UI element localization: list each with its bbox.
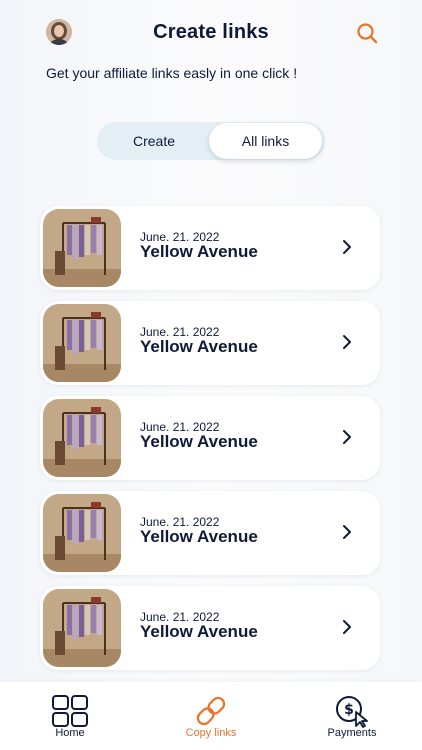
payment-icon: $ — [336, 696, 368, 728]
tab-all-links[interactable]: All links — [209, 123, 322, 159]
link-name: Yellow Avenue — [140, 432, 258, 451]
grid-icon — [52, 695, 88, 727]
clothing-rack-image — [43, 494, 121, 572]
nav-payments-label: Payments — [327, 727, 377, 739]
clothing-rack-image — [43, 399, 121, 477]
tab-create[interactable]: Create — [97, 122, 211, 160]
link-name: Yellow Avenue — [140, 622, 258, 641]
nav-copy-links[interactable]: Copy links — [141, 682, 281, 750]
link-card[interactable]: June. 21. 2022 Yellow Avenue — [40, 586, 380, 670]
link-name: Yellow Avenue — [140, 337, 258, 356]
segmented-control: Create All links — [97, 122, 325, 160]
clothing-rack-image — [43, 209, 121, 287]
link-thumbnail — [43, 399, 121, 477]
chevron-right-icon — [343, 620, 351, 634]
link-name: Yellow Avenue — [140, 527, 258, 546]
svg-text:$: $ — [344, 702, 354, 718]
search-button[interactable] — [356, 22, 378, 44]
link-card[interactable]: June. 21. 2022 Yellow Avenue — [40, 206, 380, 290]
page-subtitle: Get your affiliate links easly in one cl… — [46, 65, 298, 81]
nav-copy-links-label: Copy links — [185, 727, 237, 739]
link-card[interactable]: June. 21. 2022 Yellow Avenue — [40, 301, 380, 385]
chevron-right-icon — [343, 335, 351, 349]
nav-home-label: Home — [55, 727, 85, 739]
bottom-tab-bar: Home Copy links $ Payments — [0, 682, 422, 750]
link-card[interactable]: June. 21. 2022 Yellow Avenue — [40, 396, 380, 480]
clothing-rack-image — [43, 304, 121, 382]
link-thumbnail — [43, 209, 121, 287]
link-thumbnail — [43, 589, 121, 667]
nav-payments[interactable]: $ Payments — [282, 682, 422, 750]
search-icon — [357, 23, 378, 44]
page: Create links Get your affiliate links ea… — [0, 0, 422, 750]
link-thumbnail — [43, 494, 121, 572]
chevron-right-icon — [343, 525, 351, 539]
chevron-right-icon — [343, 240, 351, 254]
link-thumbnail — [43, 304, 121, 382]
link-icon — [196, 696, 226, 726]
link-name: Yellow Avenue — [140, 242, 258, 261]
header: Create links — [0, 0, 422, 62]
nav-home[interactable]: Home — [0, 682, 140, 750]
chevron-right-icon — [343, 430, 351, 444]
clothing-rack-image — [43, 589, 121, 667]
link-card[interactable]: June. 21. 2022 Yellow Avenue — [40, 491, 380, 575]
